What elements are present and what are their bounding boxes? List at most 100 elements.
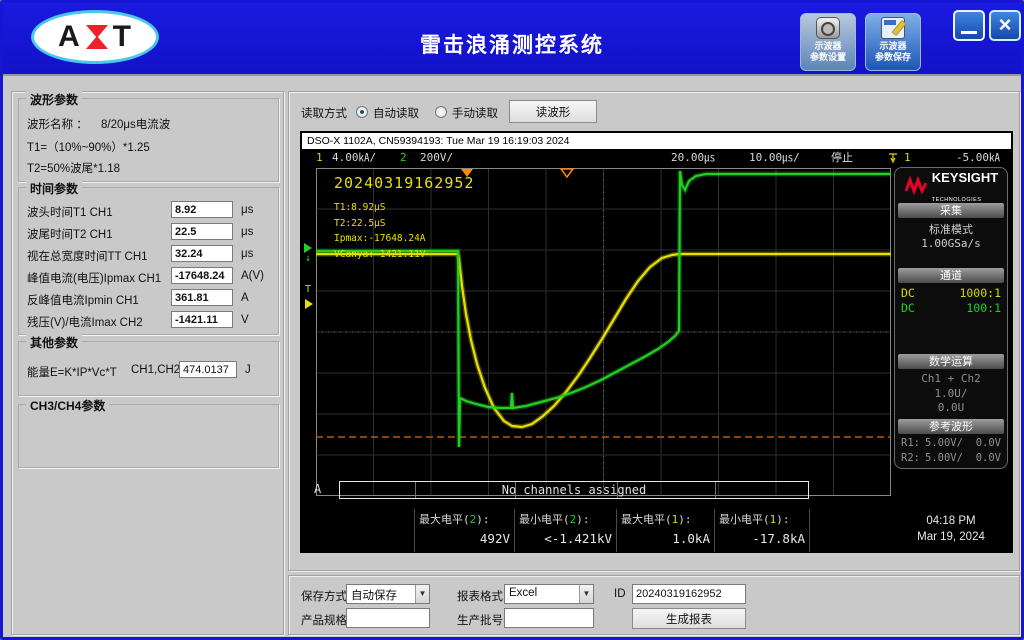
t1-formula: T1=（10%~90%）*1.25 [27,142,150,154]
acquire-mode: 标准模式 [929,223,973,236]
ch2-row: DC 100:1 [901,301,1001,315]
scope-panel: 读取方式 自动读取 手动读取 读波形 DSO-X 1102A, CN593941… [288,91,1020,571]
parameters-panel: 波形参数 波形名称 ： 8/20μs电流波 T1=（10%~90%）*1.25 … [11,91,284,635]
energy-field[interactable] [179,361,237,378]
math-header[interactable]: 数学运算 [898,354,1004,369]
save-params-icon [881,17,905,39]
id-field[interactable] [632,584,746,604]
ch34-params-group: CH3/CH4参数 [18,397,279,468]
save-button-label1: 示波器 [879,41,907,51]
no-channels-banner: No channels assigned [339,481,809,499]
no-channels-text: No channels assigned [501,483,647,497]
settings-button-label1: 示波器 [814,41,842,51]
batch-number-label: 生产批号 [457,615,503,627]
trigger-channel: 1 [904,151,911,164]
settings-button-label2: 参数设置 [809,52,846,62]
param-unit: A [241,292,249,304]
keysight-logo-icon [904,176,928,196]
report-format-label: 报表格式 [457,591,503,603]
t2-formula: T2=50%波尾*1.18 [27,163,121,175]
param-label: 峰值电流(电压)Ipmax CH1 [27,273,162,285]
energy-ch-label: CH1,CH2 [131,364,181,376]
oscilloscope-settings-button[interactable]: 示波器 参数设置 [800,13,856,71]
math-expression: Ch1 + Ch2 [921,372,981,385]
waveform-group-title: 波形参数 [26,91,83,108]
dropdown-arrow-icon: ▼ [579,585,593,603]
energy-unit: J [245,364,251,376]
param-unit: A(V) [241,270,264,282]
math-offset: 0.0U [937,401,965,414]
run-state: 停止 [831,151,853,164]
close-button[interactable]: × [989,10,1021,41]
timebase: 10.00㎲/ [749,151,800,164]
save-mode-value: 自动保存 [351,590,397,602]
generate-report-button[interactable]: 生成报表 [632,608,746,629]
scope-clock: 04:18 PM Mar 19, 2024 [894,513,1008,545]
param-unit: μs [241,204,254,216]
clock-date: Mar 19, 2024 [917,531,985,543]
report-format-value: Excel [509,587,538,599]
save-mode-label: 保存方式 [301,591,347,603]
param-label: 反峰值电流Ipmin CH1 [27,295,139,307]
param-label: 残压(V)/电流Imax CH2 [27,317,143,329]
other-group-title: 其他参数 [26,334,83,351]
ch1-number: 1 [316,151,323,164]
brand-name: KEYSIGHT [931,170,999,185]
ch2-number: 2 [400,151,407,164]
trigger-level: -5.00㎄ [955,151,1000,164]
keysight-logo: KEYSIGHT TECHNOLOGIES [895,170,1007,203]
t1-field[interactable] [171,201,233,218]
waveform-name-label: 波形名称 ： [27,119,88,131]
waveform-name-value: 8/20μs电流波 [101,119,171,131]
auto-read-label: 自动读取 [373,108,419,120]
acquire-header[interactable]: 采集 [898,203,1004,218]
ch2-scale: 200V/ [420,151,454,164]
scope-side-panel: KEYSIGHT TECHNOLOGIES 采集 标准模式 1.00GSa/s 通… [894,167,1008,469]
ch34-group-title: CH3/CH4参数 [26,397,110,414]
report-format-select[interactable]: Excel ▼ [504,584,594,604]
oscilloscope-save-button[interactable]: 示波器 参数保存 [865,13,921,71]
scope-titlebar: DSO-X 1102A, CN59394193: Tue Mar 19 16:1… [302,133,1011,149]
other-params-group: 其他参数 能量E=K*IP*Vc*T CH1,CH2 J [18,334,279,396]
minimize-icon [961,31,977,34]
product-spec-field[interactable] [346,608,430,628]
save-button-label2: 参数保存 [874,52,911,62]
ch2-ground-marker-icon [304,243,312,253]
auto-read-radio[interactable] [356,106,368,118]
minimize-button[interactable] [953,10,985,41]
manual-read-radio[interactable] [435,106,447,118]
title-bar: A T 雷击浪涌测控系统 示波器 参数设置 示波器 参数保存 × [3,3,1021,76]
channels-header[interactable]: 通道 [898,268,1004,283]
app-window: A T 雷击浪涌测控系统 示波器 参数设置 示波器 参数保存 × 波形参数 波形… [0,0,1024,640]
batch-number-field[interactable] [504,608,594,628]
param-label: 视在总宽度时间TT CH1 [27,251,148,263]
report-controls-panel: 保存方式 自动保存 ▼ 报表格式 Excel ▼ ID 产品规格 生产批号 生成… [288,575,1020,635]
manual-read-label: 手动读取 [452,108,498,120]
t2-field[interactable] [171,223,233,240]
id-label: ID [614,588,626,600]
waveform-display [316,168,891,496]
read-mode-label: 读取方式 [301,108,347,120]
measurement-max-ch2: 最大电平(2): 492V [419,513,510,546]
imax-field[interactable] [171,311,233,328]
measurement-min-ch1: 最小电平(1): -17.8kA [719,513,805,546]
time-params-group: 时间参数 波头时间T1 CH1 μs 波尾时间T2 CH1 μs 视在总宽度时间… [18,180,279,335]
ipmax-field[interactable] [171,267,233,284]
read-waveform-button[interactable]: 读波形 [509,100,597,123]
close-icon: × [998,12,1012,37]
trigger-edge-icon [888,152,898,169]
ground-symbol-icon: ↓ [305,253,312,264]
param-unit: μs [241,248,254,260]
ipmin-field[interactable] [171,289,233,306]
oscilloscope-screenshot: DSO-X 1102A, CN59394193: Tue Mar 19 16:1… [300,131,1013,553]
tt-field[interactable] [171,245,233,262]
energy-formula-label: 能量E=K*IP*Vc*T [27,367,117,379]
ref-r1-row: R1: 5.00V/0.0V [901,437,1001,449]
reference-header[interactable]: 参考波形 [898,419,1004,434]
scope-status-bar: 1 4.00㎄/ 2 200V/ 20.00㎲ 10.00㎲/ 停止 1 -5.… [302,149,1011,166]
clock-time: 04:18 PM [926,515,976,527]
save-mode-select[interactable]: 自动保存 ▼ [346,584,430,604]
waveform-params-group: 波形参数 波形名称 ： 8/20μs电流波 T1=（10%~90%）*1.25 … [18,91,279,182]
param-unit: μs [241,226,254,238]
sample-rate: 1.00GSa/s [921,237,981,250]
